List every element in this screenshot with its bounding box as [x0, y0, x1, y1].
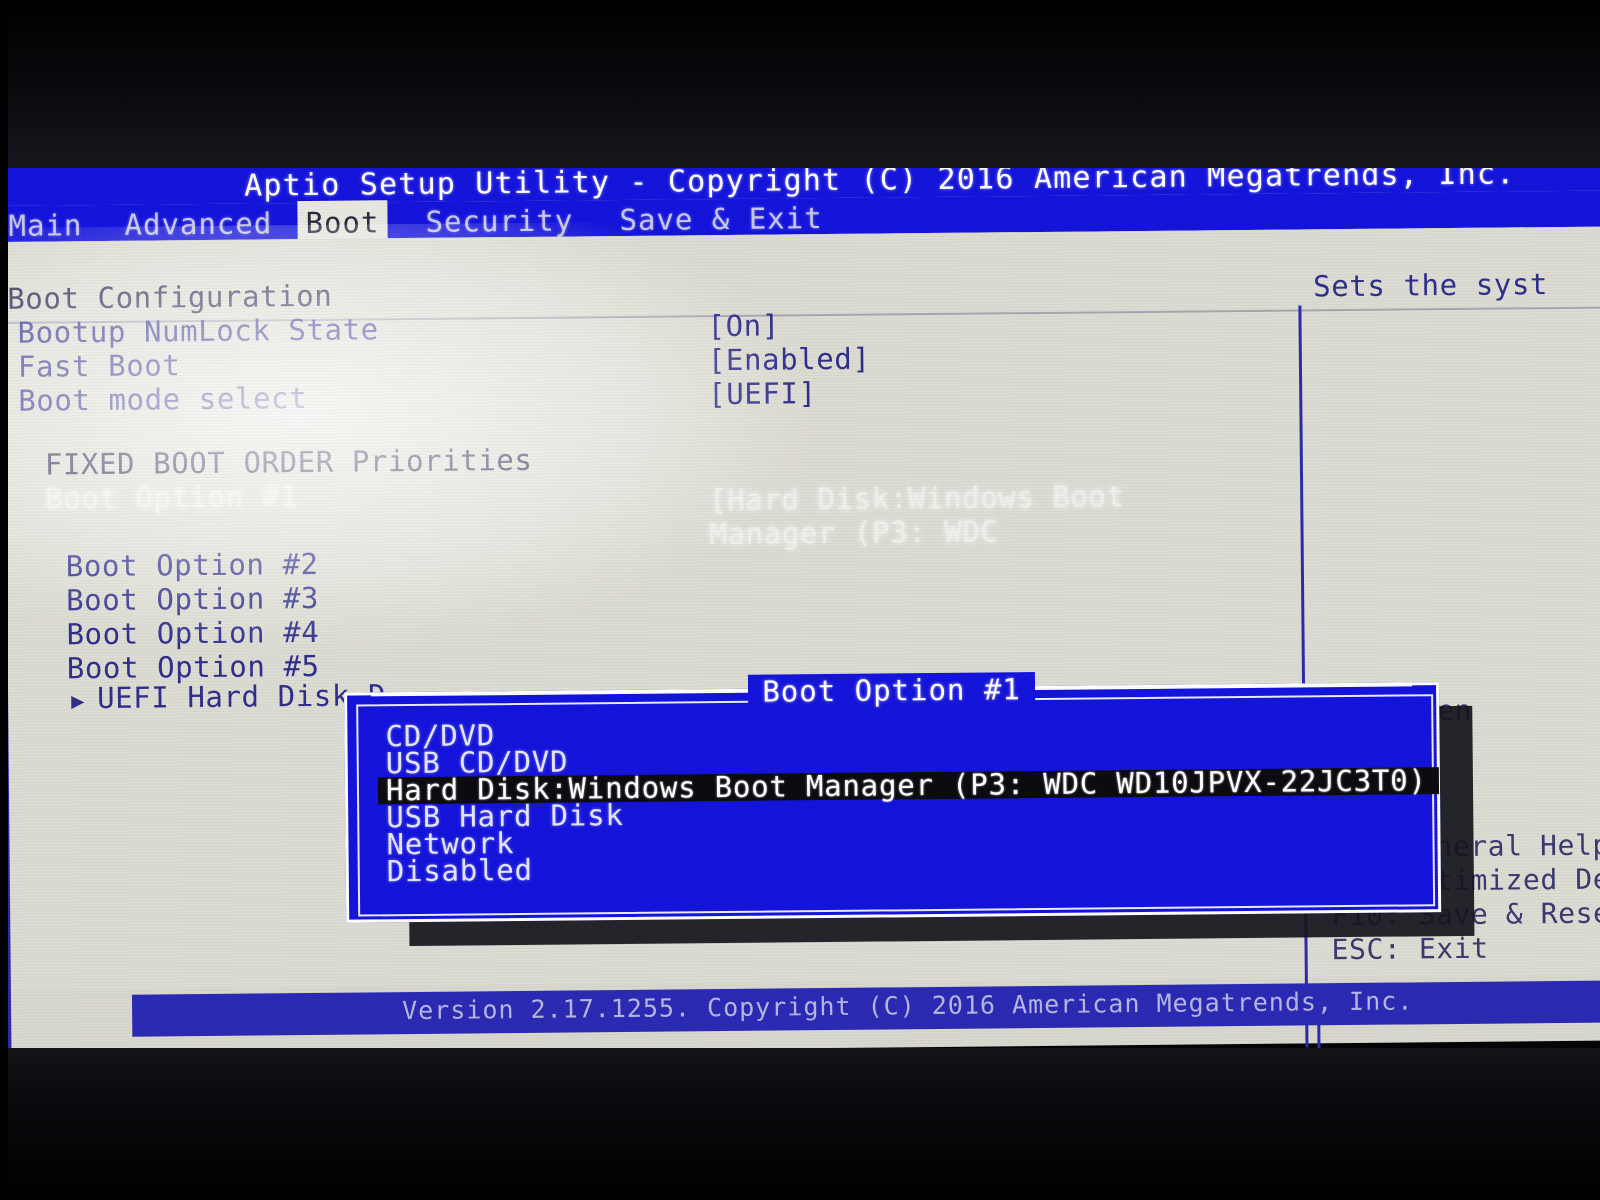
boot-option-1-value-line2[interactable]: Manager (P3: WDC	[709, 514, 998, 551]
setting-label-fast-boot[interactable]: Fast Boot	[18, 348, 181, 384]
monitor-photo: Aptio Setup Utility - Copyright (C) 2016…	[0, 0, 1600, 1200]
help-description: Sets the syst	[1313, 267, 1549, 304]
boot-option-1-label[interactable]: Boot Option #1	[45, 479, 298, 515]
monitor-bezel-left	[0, 0, 8, 1200]
boot-configuration-heading: Boot Configuration	[7, 278, 333, 316]
boot-option-1-value-line1[interactable]: [Hard Disk:Windows Boot	[709, 479, 1125, 517]
dialog-title-rule-left	[371, 690, 749, 697]
tab-advanced[interactable]: Advanced	[116, 204, 280, 244]
tab-security[interactable]: Security	[417, 201, 581, 241]
fixed-boot-order-heading: FIXED BOOT ORDER Priorities	[44, 442, 533, 482]
boot-option-4-label[interactable]: Boot Option #4	[66, 615, 319, 651]
dialog-title-rule-right	[1034, 684, 1413, 691]
tab-main[interactable]: Main	[0, 206, 90, 245]
boot-option-dialog: Boot Option #1 CD/DVD USB CD/DVD Hard Di…	[344, 672, 1442, 923]
tab-boot[interactable]: Boot	[297, 200, 388, 242]
monitor-bezel-top	[0, 0, 1600, 168]
boot-option-2-label[interactable]: Boot Option #2	[66, 547, 319, 583]
setting-value-boot-mode[interactable]: [UEFI]	[708, 376, 817, 411]
setting-label-numlock[interactable]: Bootup NumLock State	[17, 312, 379, 349]
bios-screen: Aptio Setup Utility - Copyright (C) 2016…	[0, 152, 1600, 1132]
setting-value-fast-boot[interactable]: [Enabled]	[708, 342, 871, 378]
setting-label-boot-mode[interactable]: Boot mode select	[18, 381, 307, 418]
submenu-arrow-icon: ▶	[71, 689, 85, 715]
submenu-uefi-hard-disk[interactable]: UEFI Hard Disk D	[97, 678, 386, 715]
footer-bar: Version 2.17.1255. Copyright (C) 2016 Am…	[131, 980, 1600, 1037]
boot-option-3-label[interactable]: Boot Option #3	[66, 581, 319, 617]
monitor-bezel-bottom	[0, 1048, 1600, 1200]
setting-value-numlock[interactable]: [On]	[707, 308, 780, 343]
dialog-option-list: CD/DVD USB CD/DVD Hard Disk:Windows Boot…	[377, 713, 1439, 888]
dialog-title: Boot Option #1	[748, 672, 1035, 709]
tab-save-exit[interactable]: Save & Exit	[611, 199, 830, 239]
version-text: Version 2.17.1255. Copyright (C) 2016 Am…	[401, 986, 1414, 1026]
